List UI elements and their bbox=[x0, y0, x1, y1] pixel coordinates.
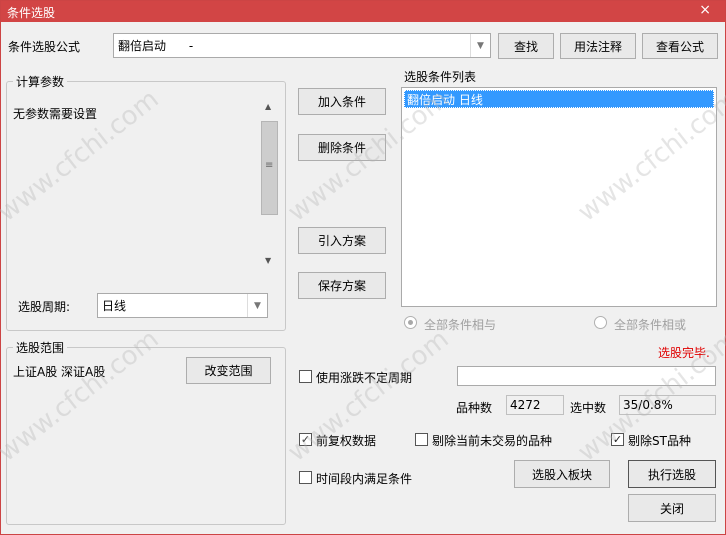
conditions-listbox[interactable]: 翻倍启动 日线 bbox=[401, 87, 717, 307]
exclude-st-checkbox[interactable]: ✓ bbox=[611, 433, 624, 446]
formula-value: 翻倍启动 - bbox=[118, 39, 194, 53]
selected-value: 35/0.8% bbox=[623, 398, 673, 412]
period-value: 日线 bbox=[102, 299, 127, 313]
conditions-list-label: 选股条件列表 bbox=[404, 70, 477, 84]
change-scope-button[interactable]: 改变范围 bbox=[186, 357, 271, 384]
period-combobox[interactable]: 日线 ▼ bbox=[97, 293, 268, 318]
delete-condition-button[interactable]: 删除条件 bbox=[298, 134, 386, 161]
selected-field: 35/0.8% bbox=[619, 395, 716, 415]
add-condition-button[interactable]: 加入条件 bbox=[298, 88, 386, 115]
import-scheme-button[interactable]: 引入方案 bbox=[298, 227, 386, 254]
scope-group-label: 选股范围 bbox=[13, 339, 68, 356]
or-radio-label: 全部条件相或 bbox=[614, 318, 687, 332]
variable-period-label: 使用涨跌不定周期 bbox=[316, 371, 413, 385]
variable-period-input[interactable] bbox=[457, 366, 716, 386]
view-formula-button[interactable]: 查看公式 bbox=[642, 33, 718, 59]
formula-combobox[interactable]: 翻倍启动 - ▼ bbox=[113, 33, 491, 58]
selected-label: 选中数 bbox=[570, 401, 607, 415]
count-field: 4272 bbox=[506, 395, 564, 415]
count-value: 4272 bbox=[510, 398, 541, 412]
window-title: 条件选股 bbox=[7, 6, 56, 20]
scroll-down-icon[interactable]: ▼ bbox=[265, 256, 271, 265]
scope-value: 上证A股 深证A股 bbox=[13, 365, 106, 379]
period-label: 选股周期: bbox=[18, 300, 71, 314]
status-text: 选股完毕. bbox=[658, 346, 710, 360]
params-group-label: 计算参数 bbox=[13, 73, 68, 90]
params-scrollbar[interactable]: ▲ ≡ ▼ bbox=[260, 99, 279, 272]
adjust-label: 前复权数据 bbox=[316, 434, 377, 448]
exclude-untraded-checkbox[interactable] bbox=[415, 433, 428, 446]
time-range-label: 时间段内满足条件 bbox=[316, 472, 413, 486]
scroll-up-icon[interactable]: ▲ bbox=[265, 102, 271, 111]
exclude-st-label: 剔除ST品种 bbox=[628, 434, 691, 448]
scroll-thumb[interactable]: ≡ bbox=[261, 121, 278, 215]
variable-period-checkbox[interactable] bbox=[299, 370, 312, 383]
chevron-down-icon[interactable]: ▼ bbox=[247, 294, 267, 317]
close-icon[interactable]: × bbox=[699, 2, 711, 18]
formula-label: 条件选股公式 bbox=[8, 40, 81, 54]
list-item[interactable]: 翻倍启动 日线 bbox=[404, 90, 714, 108]
close-button[interactable]: 关闭 bbox=[628, 494, 716, 522]
save-scheme-button[interactable]: 保存方案 bbox=[298, 272, 386, 299]
and-radio-label: 全部条件相与 bbox=[424, 318, 497, 332]
exclude-untraded-label: 剔除当前未交易的品种 bbox=[432, 434, 553, 448]
grip-icon: ≡ bbox=[265, 160, 274, 171]
execute-button[interactable]: 执行选股 bbox=[628, 460, 716, 488]
dialog-window: 条件选股 × 条件选股公式 翻倍启动 - ▼ 查找 用法注释 查看公式 计算参数… bbox=[0, 0, 726, 535]
or-radio[interactable] bbox=[594, 316, 607, 329]
find-button[interactable]: 查找 bbox=[498, 33, 554, 59]
params-text: 无参数需要设置 bbox=[13, 107, 98, 121]
and-radio[interactable] bbox=[404, 316, 417, 329]
usage-notes-button[interactable]: 用法注释 bbox=[560, 33, 636, 59]
chevron-down-icon[interactable]: ▼ bbox=[470, 34, 490, 57]
time-range-checkbox[interactable] bbox=[299, 471, 312, 484]
title-bar: 条件选股 × bbox=[1, 1, 725, 22]
count-label: 品种数 bbox=[456, 401, 493, 415]
to-block-button[interactable]: 选股入板块 bbox=[514, 460, 610, 488]
adjust-checkbox[interactable]: ✓ bbox=[299, 433, 312, 446]
